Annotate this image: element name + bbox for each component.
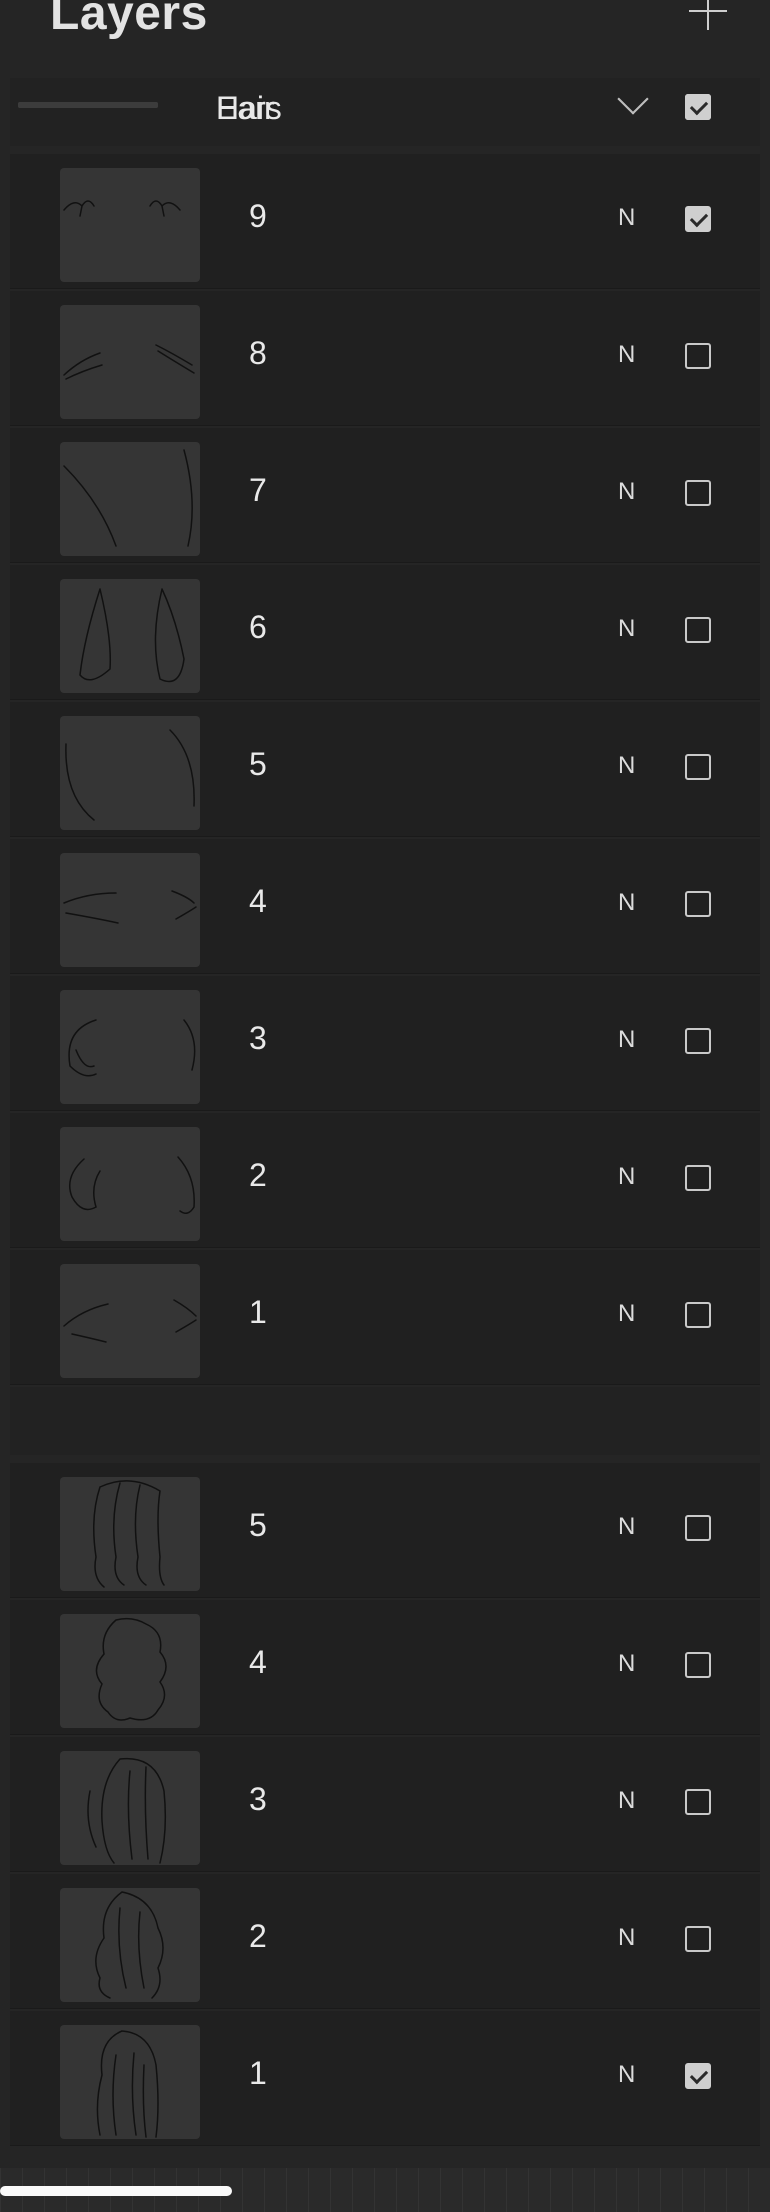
layer-visibility-checkbox[interactable] xyxy=(685,1789,711,1815)
layer-row[interactable]: 3N xyxy=(10,976,760,1111)
layer-name: 1 xyxy=(249,1294,267,1330)
blend-mode-button[interactable]: N xyxy=(618,478,635,506)
layer-visibility-checkbox[interactable] xyxy=(685,1028,711,1054)
layer-row[interactable]: 4N xyxy=(10,1600,760,1735)
layer-name: 2 xyxy=(249,1157,267,1193)
layer-name: 4 xyxy=(249,1644,267,1680)
layer-name: 5 xyxy=(249,746,267,782)
layer-row[interactable]: 5N xyxy=(10,1463,760,1598)
blend-mode-button[interactable]: N xyxy=(618,752,635,780)
layer-row[interactable]: 9N xyxy=(10,154,760,289)
ear-sketch-flat-icon xyxy=(60,853,200,967)
layer-row[interactable]: 7N xyxy=(10,428,760,563)
blend-mode-button[interactable]: N xyxy=(618,889,635,917)
group-name: Hair xyxy=(216,90,275,126)
blend-mode-button[interactable]: N xyxy=(618,615,635,643)
layer-row[interactable]: 2N xyxy=(10,1113,760,1248)
layer-name: 6 xyxy=(249,609,267,645)
ear-sketch-thin-icon xyxy=(60,1264,200,1378)
layer-row[interactable]: 1N xyxy=(10,1250,760,1385)
layer-row[interactable]: 3N xyxy=(10,1737,760,1872)
blend-mode-button[interactable]: N xyxy=(618,1787,635,1815)
layer-name: 3 xyxy=(249,1020,267,1056)
hair-sketch-curly-icon xyxy=(60,1614,200,1728)
blend-mode-button[interactable]: N xyxy=(618,1300,635,1328)
layers-header: Layers xyxy=(0,0,770,80)
layer-group-ears[interactable]: Ears xyxy=(10,78,760,146)
blend-mode-button[interactable]: N xyxy=(618,1026,635,1054)
layer-name: 5 xyxy=(249,1507,267,1543)
hair-sketch-straight-icon xyxy=(60,1751,200,1865)
blend-mode-button[interactable]: N xyxy=(618,204,635,232)
layer-row[interactable]: 8N xyxy=(10,291,760,426)
hair-sketch-waves-icon xyxy=(60,1477,200,1591)
group-thumbnail-bar xyxy=(18,102,158,108)
panel-title: Layers xyxy=(50,0,208,40)
layer-visibility-checkbox[interactable] xyxy=(685,1926,711,1952)
layer-visibility-checkbox[interactable] xyxy=(685,480,711,506)
layer-visibility-checkbox[interactable] xyxy=(685,2063,711,2089)
ear-sketch-droopy-icon xyxy=(60,579,200,693)
hair-sketch-long-icon xyxy=(60,2025,200,2139)
layers-panel: Layers Ears 9 N 8 N 7 N 6 N 5 N 4 N 3 N 2 N 1 N Hair 5 N 4 N 3 N 2… xyxy=(0,0,770,2212)
ear-sketch-curl-icon xyxy=(60,1127,200,1241)
layer-visibility-checkbox[interactable] xyxy=(685,206,711,232)
layer-name: 2 xyxy=(249,1918,267,1954)
layer-row[interactable]: 5N xyxy=(10,702,760,837)
layer-list: Ears 9 N 8 N 7 N 6 N 5 N 4 N 3 N 2 N 1 N Hair 5 N 4 N 3 N 2 N 1 N xyxy=(10,78,760,2148)
layer-group-hair[interactable]: Hair xyxy=(10,83,760,1455)
ear-sketch-elf-icon xyxy=(60,716,200,830)
layer-name: 1 xyxy=(249,2055,267,2091)
blend-mode-button[interactable]: N xyxy=(618,1163,635,1191)
layer-name: 9 xyxy=(249,198,267,234)
layer-visibility-checkbox[interactable] xyxy=(685,617,711,643)
blend-mode-button[interactable]: N xyxy=(618,1513,635,1541)
layer-visibility-checkbox[interactable] xyxy=(685,1165,711,1191)
blend-mode-button[interactable]: N xyxy=(618,341,635,369)
layer-visibility-checkbox[interactable] xyxy=(685,754,711,780)
layer-row[interactable]: 2N xyxy=(10,1874,760,2009)
layer-name: 4 xyxy=(249,883,267,919)
layer-visibility-checkbox[interactable] xyxy=(685,343,711,369)
ear-sketch-round-icon xyxy=(60,990,200,1104)
blend-mode-button[interactable]: N xyxy=(618,1924,635,1952)
layer-row[interactable]: 4N xyxy=(10,839,760,974)
layer-visibility-checkbox[interactable] xyxy=(685,1515,711,1541)
hair-sketch-flowing-icon xyxy=(60,1888,200,2002)
layer-name: 7 xyxy=(249,472,267,508)
group-visibility-checkbox[interactable] xyxy=(685,94,711,120)
layer-visibility-checkbox[interactable] xyxy=(685,1302,711,1328)
layer-row[interactable]: 6N xyxy=(10,565,760,700)
blend-mode-button[interactable]: N xyxy=(618,2061,635,2089)
layer-row[interactable]: 1N xyxy=(10,2011,760,2146)
ear-sketch-feathers-icon xyxy=(60,305,200,419)
layer-visibility-checkbox[interactable] xyxy=(685,891,711,917)
ear-sketch-long-icon xyxy=(60,442,200,556)
ear-sketch-wings-icon xyxy=(60,168,200,282)
add-layer-button[interactable] xyxy=(684,0,732,34)
layer-name: 8 xyxy=(249,335,267,371)
home-indicator xyxy=(0,2186,232,2196)
blend-mode-button[interactable]: N xyxy=(618,1650,635,1678)
layer-name: 3 xyxy=(249,1781,267,1817)
layer-visibility-checkbox[interactable] xyxy=(685,1652,711,1678)
